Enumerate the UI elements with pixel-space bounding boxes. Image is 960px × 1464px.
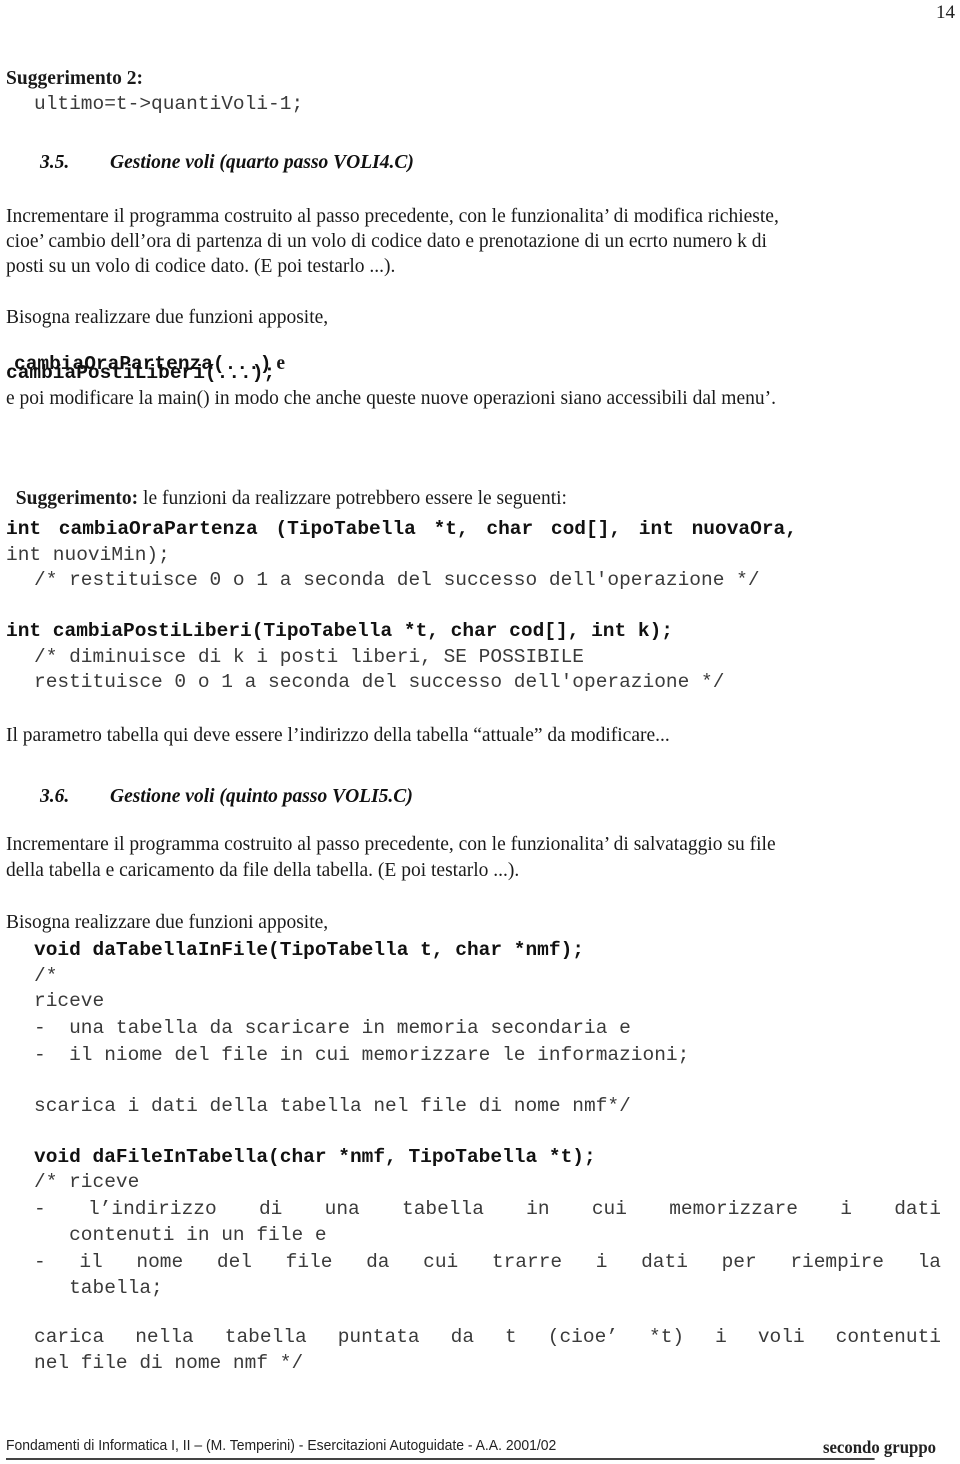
need-text: Bisogna realizzare due funzioni apposite…	[6, 307, 329, 328]
section-35-number: 3.5.	[40, 152, 70, 173]
page-footer: Fondamenti di Informatica I, II – (M. Te…	[6, 1436, 936, 1460]
proto1-comment: /* restituisce 0 o 1 a seconda del succe…	[34, 569, 760, 591]
hint-line: Suggerimento: le funzioni da realizzare …	[6, 466, 567, 510]
proto4-comment-line: contenuti in un file e	[34, 1224, 327, 1246]
proto4-comment-line: tabella;	[34, 1277, 163, 1299]
proto4-comment-line: /* riceve	[34, 1171, 140, 1193]
intro-line: posti su un volo di codice dato. (E poi …	[6, 256, 396, 277]
proto3-comment-line: - il niome del file in cui memorizzare l…	[34, 1044, 690, 1066]
proto4: void daFileInTabella(char *nmf, TipoTabe…	[34, 1146, 596, 1168]
proto2-line1: int cambiaPostiLiberi(TipoTabella *t, ch…	[6, 620, 674, 642]
proto1-line1: int cambiaOraPartenza (TipoTabella *t, c…	[6, 518, 797, 540]
intro-line: della tabella e caricamento da file dell…	[6, 860, 520, 881]
hint2-label: Suggerimento 2:	[6, 68, 144, 89]
footer-group: secondo gruppo	[822, 1437, 936, 1457]
proto4-comment-line: - il nome del file da cui trarre i dati …	[34, 1251, 941, 1273]
hint-text: le funzioni da realizzare potrebbero ess…	[138, 488, 567, 509]
section-36-number: 3.6.	[40, 786, 70, 807]
hint2-code: ultimo=t->quantiVoli-1;	[34, 93, 304, 115]
proto3-comment-line: - una tabella da scaricare in memoria se…	[34, 1017, 631, 1039]
proto4-comment-line: carica nella tabella puntata da t (cioe’…	[34, 1326, 941, 1348]
main-text: e poi modificare la main() in modo che a…	[6, 388, 776, 409]
section-35-title: Gestione voli (quarto passo VOLI4.C)	[110, 152, 414, 173]
intro-line: Incrementare il programma costruito al p…	[6, 206, 779, 227]
proto4-comment-line: - l’indirizzo di una tabella in cui memo…	[34, 1198, 941, 1220]
intro-line: Incrementare il programma costruito al p…	[6, 834, 776, 855]
proto2-comment-line: /* diminuisce di k i posti liberi, SE PO…	[34, 646, 584, 668]
intro-line: cioe’ cambio dell’ora di partenza di un …	[6, 231, 767, 252]
section-36-title: Gestione voli (quinto passo VOLI5.C)	[110, 786, 413, 807]
proto1-line2: int nuoviMin);	[6, 544, 170, 566]
proto3-comment-line: scarica i dati della tabella nel file di…	[34, 1095, 631, 1117]
proto4-comment-line: nel file di nome nmf */	[34, 1352, 304, 1374]
hint-label: Suggerimento:	[15, 488, 139, 509]
need-text-2: Bisogna realizzare due funzioni apposite…	[6, 912, 329, 933]
page-number: 14	[936, 2, 955, 23]
proto3-comment-line: /*	[34, 965, 58, 987]
proto2-comment-line: restituisce 0 o 1 a seconda del successo…	[34, 671, 725, 693]
param-note: Il parametro tabella qui deve essere l’i…	[6, 725, 670, 746]
proto3-comment-line: riceve	[34, 990, 105, 1012]
footer-course-info: Fondamenti di Informatica I, II – (M. Te…	[6, 1437, 557, 1454]
proto3: void daTabellaInFile(TipoTabella t, char…	[34, 939, 584, 961]
func2-call: cambiaPostiLiberi(...);	[6, 362, 276, 384]
